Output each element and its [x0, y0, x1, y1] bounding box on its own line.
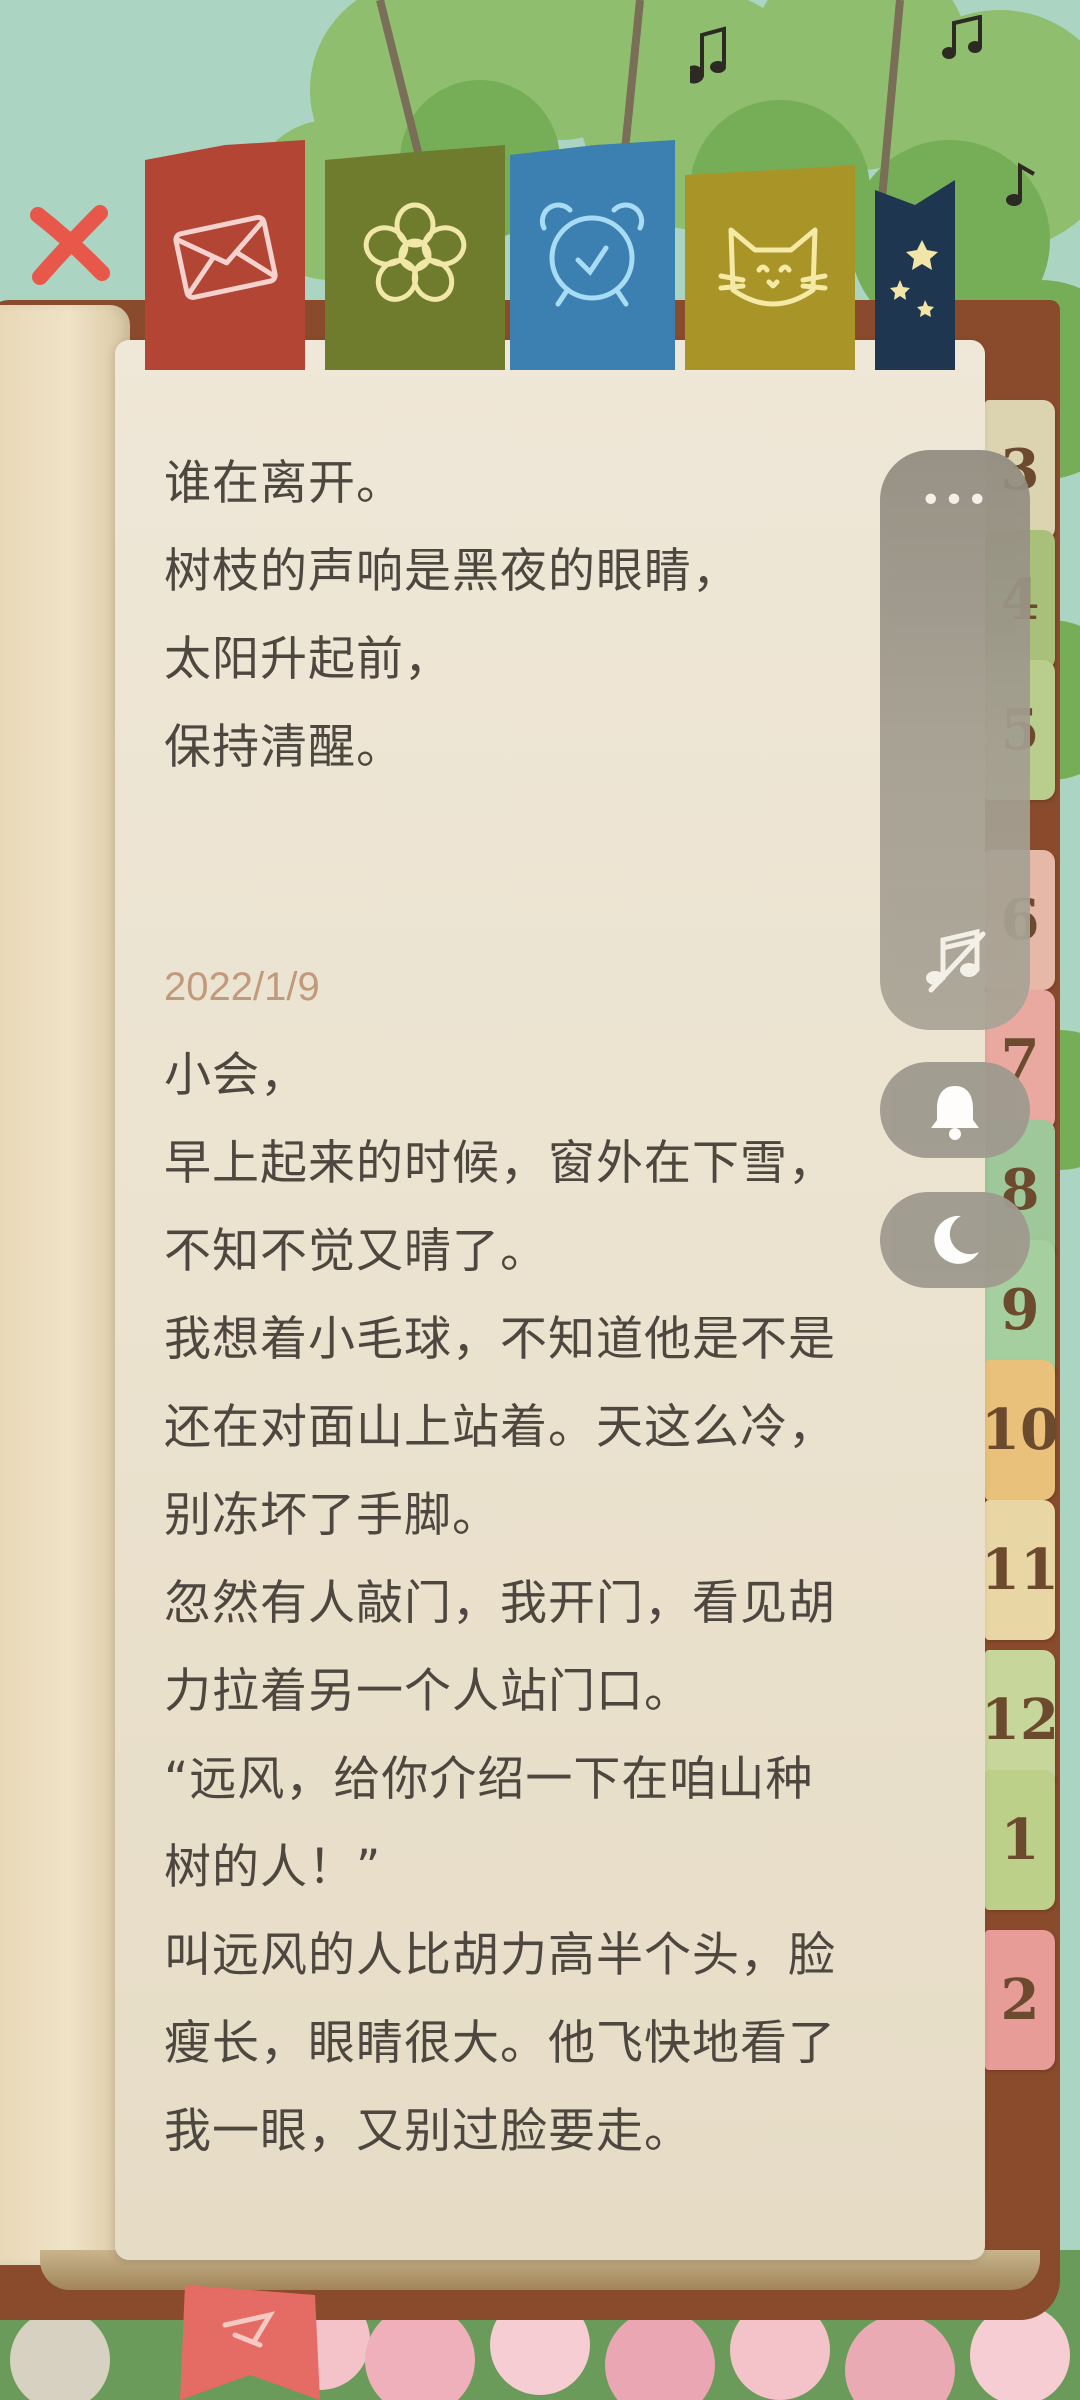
entry-date: 2022/1/9 [164, 965, 320, 1009]
bell-icon [931, 1086, 979, 1140]
tab-flower[interactable] [325, 140, 505, 370]
music-note-icon [942, 15, 982, 59]
diary-line: 树枝的声响是黑夜的眼睛， [164, 544, 740, 599]
bookmark-ribbon[interactable] [175, 2285, 325, 2400]
diary-line: 我一眼，又别过脸要走。 [164, 2104, 692, 2159]
diary-line: 瘦长，眼睛很大。他飞快地看了 [164, 2016, 836, 2071]
month-tab-2[interactable]: 2 [985, 1930, 1055, 2070]
diary-line: 力拉着另一个人站门口。 [164, 1664, 692, 1719]
diary-line: 早上起来的时候，窗外在下雪， [164, 1136, 836, 1191]
diary-line: 叫远风的人比胡力高半个头，脸 [164, 1928, 836, 1983]
diary-line: 树的人！” [164, 1840, 382, 1895]
moon-icon [934, 1215, 979, 1264]
month-tab-10[interactable]: 10 [981, 1360, 1059, 1500]
diary-line: 不知不觉又晴了。 [164, 1224, 548, 1279]
night-mode-button[interactable] [880, 1192, 1030, 1288]
tab-stars[interactable] [870, 180, 960, 370]
tab-letter[interactable] [145, 140, 305, 370]
diary-line: 我想着小毛球，不知道他是不是 [164, 1312, 836, 1367]
flower-icon [325, 145, 505, 370]
letter-icon [145, 140, 305, 370]
month-tab-11[interactable]: 11 [981, 1500, 1059, 1640]
music-note-icon [690, 26, 726, 84]
alarm-clock-icon [510, 140, 675, 370]
diary-line: 小会， [164, 1048, 308, 1103]
diary-line: 别冻坏了手脚。 [164, 1488, 500, 1543]
cat-icon [685, 165, 855, 370]
stars-icon [875, 180, 955, 370]
more-button[interactable]: ••• [880, 470, 1030, 530]
control-panel: ••• [880, 450, 1030, 1030]
diary-line: 谁在离开。 [164, 456, 404, 511]
diary-line: “远风，给你介绍一下在咱山种 [164, 1752, 814, 1807]
month-tab-12[interactable]: 12 [981, 1650, 1059, 1790]
diary-line: 还在对面山上站着。天这么冷， [164, 1400, 836, 1455]
music-off-icon[interactable] [915, 920, 995, 1000]
month-tab-1[interactable]: 1 [985, 1770, 1055, 1910]
diary-line: 保持清醒。 [164, 720, 404, 775]
diary-content: 谁在离开。 树枝的声响是黑夜的眼睛， 太阳升起前， 保持清醒。 2022/1/9… [164, 440, 904, 2176]
diary-line: 太阳升起前， [164, 632, 452, 687]
diary-line: 忽然有人敲门，我开门，看见胡 [164, 1576, 836, 1631]
close-icon[interactable] [20, 195, 120, 295]
book-left-page-edge [0, 305, 130, 2265]
reminder-button[interactable] [880, 1062, 1030, 1158]
tab-alarm[interactable] [510, 140, 675, 370]
tab-cat[interactable] [685, 140, 855, 370]
music-note-icon [1006, 162, 1035, 206]
